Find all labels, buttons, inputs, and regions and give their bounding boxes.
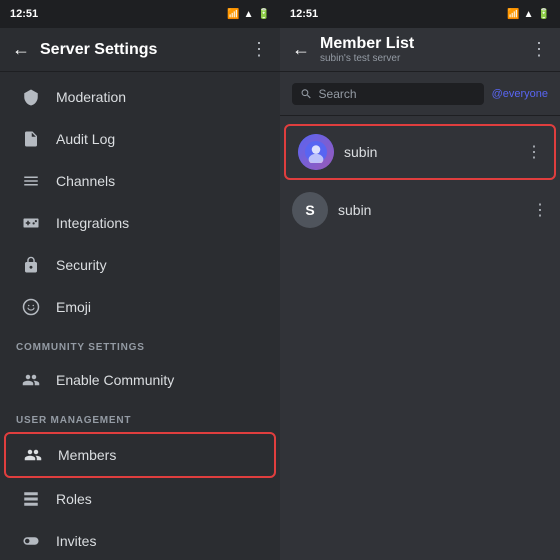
members-label: Members [58,447,116,463]
left-panel: 12:51 📶 ▲ 🔋 ← Server Settings ⋮ Moderati… [0,0,280,560]
member-item-subin-2[interactable]: S subin ⋮ [280,184,560,236]
server-settings-title: Server Settings [40,41,250,59]
sidebar-item-members[interactable]: Members [4,432,276,478]
audit-log-label: Audit Log [56,131,115,147]
invites-icon [20,530,42,552]
status-bar-left: 12:51 📶 ▲ 🔋 [0,0,280,28]
roles-icon [20,488,42,510]
shield-icon [20,86,42,108]
sidebar-item-security[interactable]: Security [4,244,276,286]
sidebar-item-moderation[interactable]: Moderation [4,76,276,118]
gamepad-icon [20,212,42,234]
avatar-image [305,141,327,163]
wifi-icon: ▲ [244,9,254,20]
emoji-label: Emoji [56,299,91,315]
right-panel: 12:51 📶 ▲ 🔋 ← Member List subin's test s… [280,0,560,560]
signal-icon-right: 📶 [507,9,519,20]
enable-community-label: Enable Community [56,372,174,388]
search-input[interactable] [319,87,476,101]
moderation-label: Moderation [56,89,126,105]
invites-label: Invites [56,533,96,549]
sidebar-item-enable-community[interactable]: Enable Community [4,359,276,401]
right-title-area: Member List subin's test server [320,35,530,64]
battery-icon: 🔋 [258,9,270,20]
wifi-icon-right: ▲ [524,9,534,20]
list-icon [20,170,42,192]
document-icon [20,128,42,150]
battery-icon-right: 🔋 [538,9,550,20]
sidebar-item-emoji[interactable]: Emoji [4,286,276,328]
settings-list: Moderation Audit Log Channels [0,72,280,560]
sidebar-item-audit-log[interactable]: Audit Log [4,118,276,160]
security-label: Security [56,257,107,273]
roles-label: Roles [56,491,92,507]
community-settings-section-label: COMMUNITY SETTINGS [0,328,280,359]
server-subtitle: subin's test server [320,53,530,64]
search-icon [300,87,313,101]
sidebar-item-roles[interactable]: Roles [4,478,276,520]
integrations-label: Integrations [56,215,129,231]
right-panel-header: ← Member List subin's test server ⋮ [280,28,560,72]
member-list: subin ⋮ S subin ⋮ [280,116,560,560]
members-icon [22,444,44,466]
sidebar-item-invites[interactable]: Invites [4,520,276,560]
back-button-right[interactable]: ← [292,39,310,60]
channels-label: Channels [56,173,115,189]
sidebar-item-integrations[interactable]: Integrations [4,202,276,244]
member-more-btn-1[interactable]: ⋮ [526,142,542,162]
everyone-tag: @everyone [492,88,548,100]
user-management-section-label: USER MANAGEMENT [0,401,280,432]
member-list-title: Member List [320,35,530,53]
member-item-subin-1[interactable]: subin ⋮ [284,124,556,180]
status-icons-left: 📶 ▲ 🔋 [227,9,270,20]
more-button-right[interactable]: ⋮ [530,39,548,60]
left-panel-header: ← Server Settings ⋮ [0,28,280,72]
more-button-left[interactable]: ⋮ [250,39,268,60]
community-icon [20,369,42,391]
security-icon [20,254,42,276]
status-bar-right: 12:51 📶 ▲ 🔋 [280,0,560,28]
status-time-right: 12:51 [290,8,318,20]
member-name-subin-1: subin [344,144,526,160]
avatar-subin-2: S [292,192,328,228]
signal-icon: 📶 [227,9,239,20]
search-bar: @everyone [280,72,560,116]
member-more-btn-2[interactable]: ⋮ [532,200,548,220]
status-icons-right: 📶 ▲ 🔋 [507,9,550,20]
emoji-icon [20,296,42,318]
status-time-left: 12:51 [10,8,38,20]
search-input-wrap[interactable] [292,83,484,105]
back-button-left[interactable]: ← [12,39,30,60]
sidebar-item-channels[interactable]: Channels [4,160,276,202]
member-name-subin-2: subin [338,202,532,218]
avatar-subin-1 [298,134,334,170]
